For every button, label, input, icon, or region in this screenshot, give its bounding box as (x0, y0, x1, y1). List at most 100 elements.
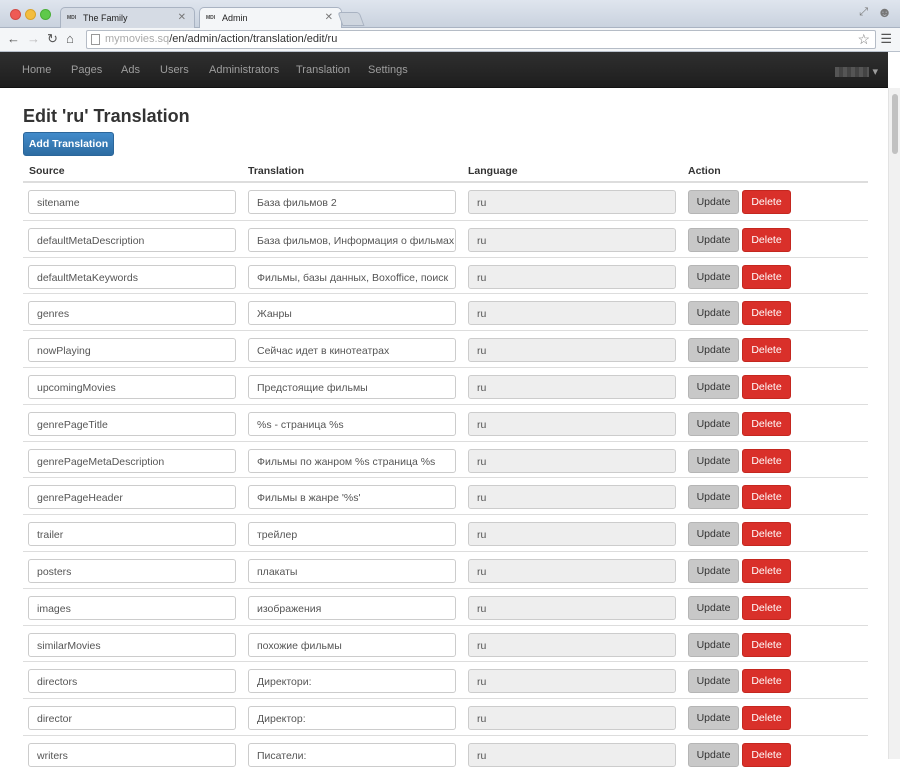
delete-button[interactable]: Delete (742, 448, 791, 473)
translation-input[interactable]: Фильмы по жанром %s страница %s (248, 448, 456, 473)
delete-button[interactable]: Delete (742, 264, 791, 289)
delete-button[interactable]: Delete (742, 411, 791, 436)
source-key-input[interactable]: defaultMetaDescription (28, 227, 236, 252)
update-button[interactable]: Update (688, 522, 739, 547)
translation-input[interactable]: Фильмы, базы данных, Boxoffice, поиск (248, 264, 456, 289)
browser-tab-admin[interactable]: MDI Admin ✕ (199, 7, 342, 29)
source-key-input[interactable]: director (28, 706, 236, 731)
language-field: ru (468, 706, 676, 731)
back-arrow-icon[interactable]: ← (7, 31, 20, 47)
delete-button[interactable]: Delete (742, 301, 791, 326)
delete-button[interactable]: Delete (742, 374, 791, 399)
close-tab-icon[interactable]: ✕ (178, 12, 186, 23)
scrollbar-thumb[interactable] (892, 94, 898, 154)
reload-icon[interactable]: ↻ (47, 31, 58, 47)
translation-input[interactable]: Жанры (248, 301, 456, 326)
update-button[interactable]: Update (688, 669, 739, 694)
nav-item-home[interactable]: Home (22, 64, 51, 76)
translation-input[interactable]: Фильмы в жанре '%s' (248, 485, 456, 510)
translation-input[interactable]: База фильмов 2 (248, 190, 456, 214)
admin-navbar: Home Pages Ads Users Administrators Tran… (0, 52, 888, 88)
update-button[interactable]: Update (688, 595, 739, 620)
update-button[interactable]: Update (688, 448, 739, 473)
delete-button[interactable]: Delete (742, 558, 791, 583)
translation-input[interactable]: Писатели: (248, 742, 456, 767)
source-key-input[interactable]: upcomingMovies (28, 374, 236, 399)
source-key-input[interactable]: sitename (28, 190, 236, 214)
source-key-input[interactable]: genrePageHeader (28, 485, 236, 510)
table-row: genrePageHeader Фильмы в жанре '%s' ru Upda… (23, 477, 868, 514)
update-button[interactable]: Update (688, 558, 739, 583)
new-tab-button[interactable] (337, 12, 365, 26)
user-profile-icon[interactable]: ☻ (877, 4, 892, 20)
translation-input[interactable]: плакаты (248, 558, 456, 583)
window-minimize-button[interactable] (25, 9, 36, 20)
delete-button[interactable]: Delete (742, 338, 791, 363)
source-key-input[interactable]: posters (28, 558, 236, 583)
translation-input[interactable]: %s - страница %s (248, 411, 456, 436)
translation-input[interactable]: Директор: (248, 706, 456, 731)
delete-button[interactable]: Delete (742, 706, 791, 731)
source-key-input[interactable]: nowPlaying (28, 338, 236, 363)
update-button[interactable]: Update (688, 374, 739, 399)
source-key-input[interactable]: images (28, 595, 236, 620)
source-key-input[interactable]: directors (28, 669, 236, 694)
update-button[interactable]: Update (688, 338, 739, 363)
delete-button[interactable]: Delete (742, 632, 791, 657)
forward-arrow-icon[interactable]: → (27, 31, 40, 47)
delete-button[interactable]: Delete (742, 190, 791, 214)
source-key-input[interactable]: genres (28, 301, 236, 326)
nav-item-pages[interactable]: Pages (71, 64, 102, 76)
language-field: ru (468, 301, 676, 326)
translation-input[interactable]: трейлер (248, 522, 456, 547)
update-button[interactable]: Update (688, 706, 739, 731)
update-button[interactable]: Update (688, 301, 739, 326)
add-translation-button[interactable]: Add Translation (23, 132, 114, 156)
browser-tab-the-family[interactable]: MDI The Family ✕ (60, 7, 195, 29)
delete-button[interactable]: Delete (742, 669, 791, 694)
source-key-input[interactable]: similarMovies (28, 632, 236, 657)
translation-input[interactable]: База фильмов, Информация о фильмах (248, 227, 456, 252)
update-button[interactable]: Update (688, 485, 739, 510)
delete-button[interactable]: Delete (742, 227, 791, 252)
page-scrollbar[interactable] (888, 88, 900, 759)
update-button[interactable]: Update (688, 190, 739, 214)
nav-item-users[interactable]: Users (160, 64, 189, 76)
nav-item-translation[interactable]: Translation (296, 64, 350, 76)
bookmark-star-icon[interactable]: ☆ (857, 31, 870, 48)
fullscreen-icon[interactable]: ⤢ (859, 6, 868, 19)
window-close-button[interactable] (10, 9, 21, 20)
translation-input[interactable]: похожие фильмы (248, 632, 456, 657)
nav-item-settings[interactable]: Settings (368, 64, 408, 76)
update-button[interactable]: Update (688, 227, 739, 252)
update-button[interactable]: Update (688, 411, 739, 436)
source-key-input[interactable]: genrePageTitle (28, 411, 236, 436)
delete-button[interactable]: Delete (742, 595, 791, 620)
table-header: Source Translation Language Action (23, 162, 868, 183)
translation-input[interactable]: Директори: (248, 669, 456, 694)
delete-button[interactable]: Delete (742, 485, 791, 510)
nav-item-ads[interactable]: Ads (121, 64, 140, 76)
home-icon[interactable]: ⌂ (66, 31, 74, 47)
delete-button[interactable]: Delete (742, 522, 791, 547)
nav-item-administrators[interactable]: Administrators (209, 64, 279, 76)
address-bar[interactable]: mymovies.sq/en/admin/action/translation/… (86, 30, 876, 49)
source-key-input[interactable]: genrePageMetaDescription (28, 448, 236, 473)
update-button[interactable]: Update (688, 632, 739, 657)
update-button[interactable]: Update (688, 264, 739, 289)
delete-button[interactable]: Delete (742, 742, 791, 767)
close-tab-icon[interactable]: ✕ (325, 12, 333, 23)
translation-input[interactable]: Сейчас идет в кинотеатрах (248, 338, 456, 363)
browser-titlebar: MDI The Family ✕ MDI Admin ✕ ⤢ ☻ (0, 0, 900, 29)
source-key-input[interactable]: defaultMetaKeywords (28, 264, 236, 289)
update-button[interactable]: Update (688, 742, 739, 767)
translation-input[interactable]: Предстоящие фильмы (248, 374, 456, 399)
source-key-input[interactable]: writers (28, 742, 236, 767)
user-dropdown[interactable]: ▾ (835, 65, 878, 78)
translation-input[interactable]: изображения (248, 595, 456, 620)
source-key-input[interactable]: trailer (28, 522, 236, 547)
language-field: ru (468, 264, 676, 289)
table-row: directors Директори: ru Update Delete (23, 661, 868, 698)
browser-menu-icon[interactable]: ☰ (880, 31, 892, 47)
window-zoom-button[interactable] (40, 9, 51, 20)
